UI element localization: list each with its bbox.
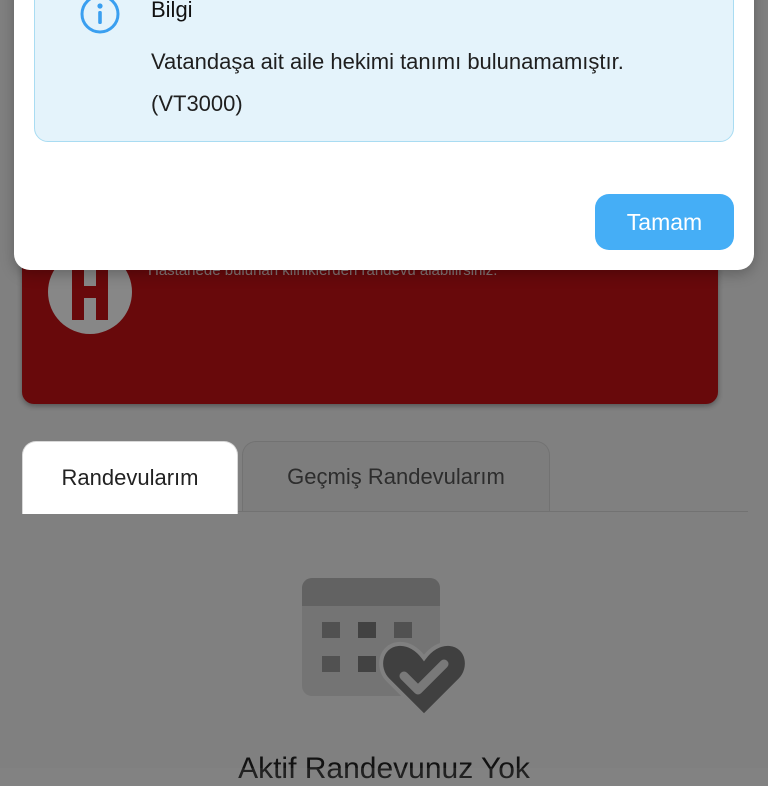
- dialog-message: Vatandaşa ait aile hekimi tanımı bulunam…: [151, 49, 624, 116]
- info-icon: [79, 0, 121, 40]
- info-dialog: Bilgi Vatandaşa ait aile hekimi tanımı b…: [14, 0, 754, 270]
- ok-button[interactable]: Tamam: [595, 194, 734, 250]
- info-message-box: Bilgi Vatandaşa ait aile hekimi tanımı b…: [34, 0, 734, 142]
- dialog-title: Bilgi: [151, 0, 193, 22]
- tab-randevularim[interactable]: Randevularım: [22, 441, 238, 514]
